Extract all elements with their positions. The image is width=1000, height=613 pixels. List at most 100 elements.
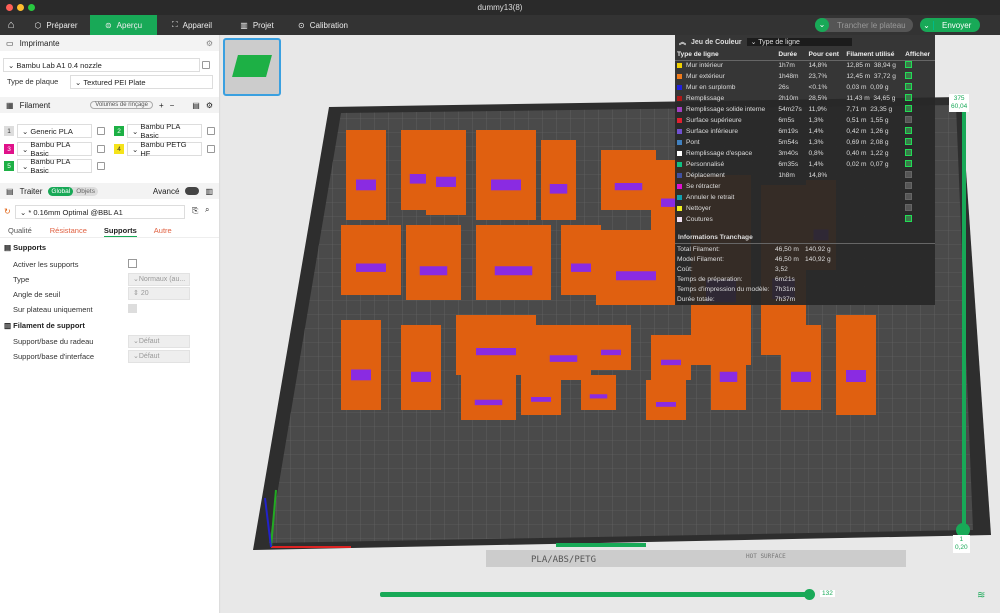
move-slider-handle[interactable] bbox=[804, 589, 815, 600]
preview-icon: ⊜ bbox=[104, 20, 112, 30]
filament-select[interactable]: ⌄ Bambu PETG HF bbox=[127, 140, 202, 158]
show-checkbox[interactable] bbox=[905, 83, 913, 90]
printer-select[interactable]: ⌄ Bambu Lab A1 0.4 nozzle bbox=[3, 58, 200, 72]
build-plate-only-checkbox[interactable] bbox=[128, 304, 137, 313]
edit-icon[interactable] bbox=[97, 162, 105, 170]
infill-region bbox=[719, 371, 738, 382]
infill-region bbox=[589, 394, 608, 399]
edit-icon[interactable] bbox=[97, 145, 105, 153]
color-swatch bbox=[677, 216, 682, 222]
show-checkbox[interactable] bbox=[905, 61, 913, 69]
threshold-angle-input[interactable]: ⇕ 20 bbox=[128, 287, 190, 300]
tab-prepare[interactable]: ⬡ Préparer bbox=[22, 15, 90, 35]
supports-heading: ▤ Supports bbox=[4, 243, 47, 252]
filament-slot-4[interactable]: 4 ⌄ Bambu PETG HF bbox=[114, 140, 215, 158]
sliced-part bbox=[401, 325, 441, 410]
raft-filament-select[interactable]: ⌄Défaut bbox=[128, 335, 190, 348]
save-preset-icon[interactable]: ⎘ bbox=[192, 206, 198, 216]
tab-other[interactable]: Autre bbox=[154, 226, 172, 237]
infill-region bbox=[351, 369, 371, 381]
slice-info-row: Temps d'impression du modèle: 7h31m bbox=[677, 285, 796, 293]
show-checkbox[interactable] bbox=[905, 182, 913, 189]
show-checkbox[interactable] bbox=[905, 215, 913, 222]
add-filament-button[interactable]: + bbox=[159, 101, 164, 110]
filament-select[interactable]: ⌄ Bambu PLA Basic bbox=[17, 140, 92, 158]
sliced-part bbox=[406, 225, 461, 300]
edit-icon[interactable] bbox=[207, 145, 215, 153]
edit-icon[interactable] bbox=[207, 127, 215, 135]
show-checkbox[interactable] bbox=[905, 138, 913, 145]
filament-select[interactable]: ⌄ Generic PLA bbox=[17, 124, 92, 138]
support-type-select[interactable]: ⌄Normaux (au... bbox=[128, 273, 190, 286]
plate-type-select[interactable]: ⌄ Textured PEI Plate bbox=[70, 75, 213, 89]
legend-row: Mur en surplomb 26s <0.1% 0,03 m 0,09 g bbox=[675, 82, 935, 93]
sync-icon[interactable]: ▤ bbox=[192, 101, 200, 110]
show-checkbox[interactable] bbox=[905, 171, 913, 178]
show-checkbox[interactable] bbox=[905, 193, 913, 200]
filament-select[interactable]: ⌄ Bambu PLA Basic bbox=[127, 122, 202, 140]
show-checkbox[interactable] bbox=[905, 72, 913, 79]
process-preset-select[interactable]: ⌄ * 0.16mm Optimal @BBL A1 bbox=[15, 205, 185, 219]
legend-column-header: Type de ligne bbox=[675, 49, 777, 61]
infill-region bbox=[356, 179, 376, 191]
send-button[interactable]: ⌄ Envoyer bbox=[920, 18, 980, 32]
infill-region bbox=[846, 370, 866, 382]
minimize-window-button[interactable] bbox=[17, 4, 24, 11]
reset-icon[interactable]: ↻ bbox=[4, 207, 11, 216]
close-window-button[interactable] bbox=[6, 4, 13, 11]
tab-calibration[interactable]: ⊙ Calibration bbox=[287, 15, 359, 35]
process-icon: ▤ bbox=[6, 186, 14, 196]
objects-toggle[interactable]: Objets bbox=[73, 187, 98, 196]
edit-icon[interactable] bbox=[97, 127, 105, 135]
global-toggle[interactable]: Global bbox=[48, 186, 74, 196]
show-checkbox[interactable] bbox=[905, 149, 913, 156]
interface-filament-select[interactable]: ⌄Défaut bbox=[128, 350, 190, 363]
view-type-select[interactable]: ⌄ Type de ligne bbox=[746, 38, 852, 46]
show-checkbox[interactable] bbox=[905, 127, 913, 134]
tab-strength[interactable]: Résistance bbox=[50, 226, 87, 237]
slice-info-table: Total Filament: 46,50 m 140,92 g Model Fila… bbox=[675, 244, 935, 304]
gear-icon[interactable]: ⚙ bbox=[206, 101, 213, 110]
chevron-down-icon[interactable]: ⌄ bbox=[920, 20, 934, 30]
enable-supports-checkbox[interactable] bbox=[128, 259, 137, 268]
layers-icon[interactable]: ≋ bbox=[977, 590, 985, 601]
filament-select[interactable]: ⌄ Bambu PLA Basic bbox=[17, 157, 92, 175]
slice-plate-button[interactable]: ⌄ Trancher le plateau bbox=[815, 18, 913, 32]
tab-quality[interactable]: Qualité bbox=[8, 226, 32, 237]
filament-slot-3[interactable]: 3 ⌄ Bambu PLA Basic bbox=[4, 140, 105, 158]
tab-device[interactable]: ⛶ Appareil bbox=[157, 15, 227, 35]
slice-info-row: Durée totale: 7h37m bbox=[677, 295, 796, 303]
legend-row: Coutures bbox=[675, 214, 935, 225]
show-checkbox[interactable] bbox=[905, 105, 913, 112]
filament-slot-5[interactable]: 5 ⌄ Bambu PLA Basic bbox=[4, 157, 105, 175]
flush-volumes-button[interactable]: Volumes de rinçage bbox=[90, 101, 153, 109]
filament-slot-2[interactable]: 2 ⌄ Bambu PLA Basic bbox=[114, 122, 215, 140]
tab-supports[interactable]: Supports bbox=[103, 226, 137, 237]
move-slider-track[interactable] bbox=[380, 592, 810, 597]
show-checkbox[interactable] bbox=[905, 116, 913, 123]
legend-row: Surface supérieure 6m5s 1,3% 0,51 m 1,55 g bbox=[675, 115, 935, 126]
home-button[interactable]: ⌂ bbox=[0, 15, 22, 35]
layer-slider-track[interactable] bbox=[962, 97, 966, 537]
maximize-window-button[interactable] bbox=[28, 4, 35, 11]
printer-icon: ▭ bbox=[6, 38, 14, 48]
filament-slot-1[interactable]: 1 ⌄ Generic PLA bbox=[4, 124, 105, 138]
show-checkbox[interactable] bbox=[905, 160, 913, 167]
collapse-icon[interactable]: ︽ bbox=[679, 37, 686, 47]
show-checkbox[interactable] bbox=[905, 204, 913, 211]
compare-icon[interactable]: ▥ bbox=[205, 187, 213, 196]
search-icon[interactable]: ⌕ bbox=[205, 205, 209, 215]
gear-icon[interactable]: ⚙ bbox=[206, 39, 213, 48]
tab-preview[interactable]: ⊜ Aperçu bbox=[90, 15, 157, 35]
chevron-down-icon[interactable]: ⌄ bbox=[815, 18, 829, 32]
remove-filament-button[interactable]: − bbox=[170, 101, 175, 110]
sliced-part bbox=[521, 375, 561, 415]
tab-project[interactable]: ▥ Projet bbox=[227, 15, 287, 35]
advanced-toggle[interactable] bbox=[185, 187, 200, 195]
infill-region bbox=[549, 355, 578, 362]
edit-icon[interactable] bbox=[202, 61, 210, 69]
sliced-part bbox=[711, 325, 746, 410]
color-swatch bbox=[677, 84, 682, 90]
calibration-icon: ⊙ bbox=[298, 20, 305, 30]
show-checkbox[interactable] bbox=[905, 94, 913, 101]
